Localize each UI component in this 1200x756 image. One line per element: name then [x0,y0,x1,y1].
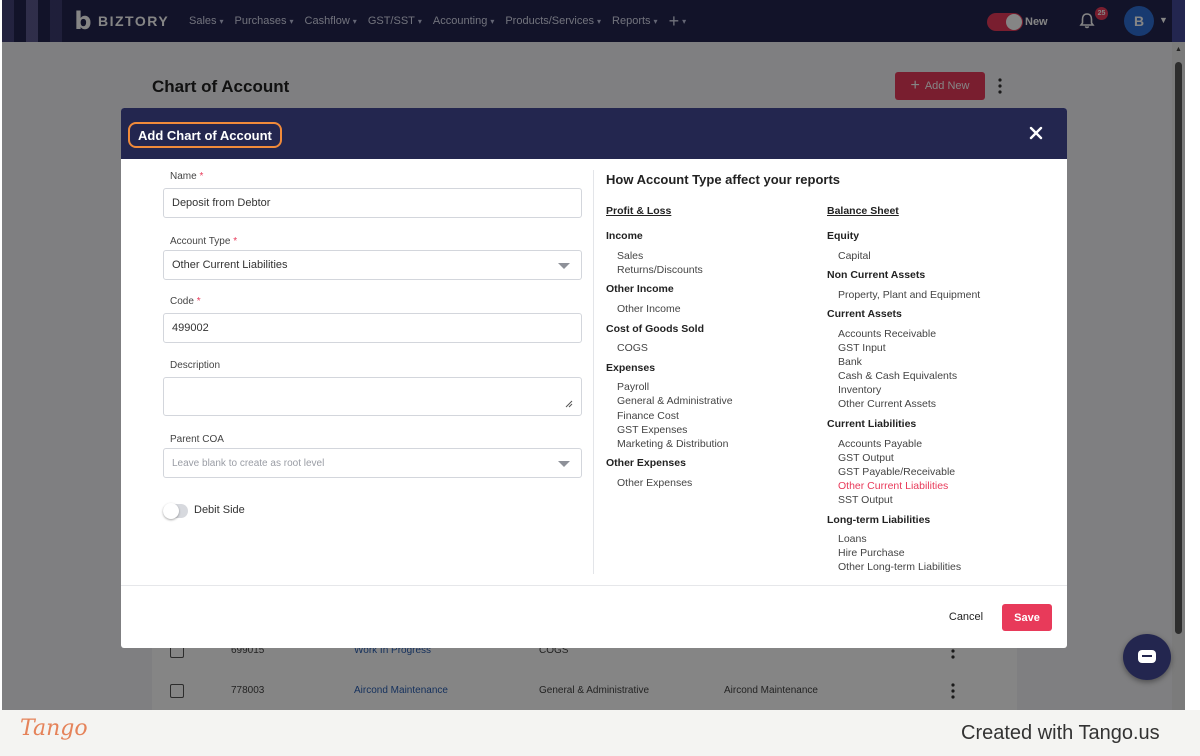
name-label: Name * [170,171,203,182]
group-item: Other Current Assets [838,398,937,410]
group-heading: Long-term Liabilities [827,514,931,526]
parent-coa-placeholder: Leave blank to create as root level [172,457,325,469]
close-icon[interactable] [1027,124,1045,142]
group-item: Payroll [617,381,650,393]
group-item-highlighted: Other Current Liabilities [838,480,949,492]
group-item: Loans [838,533,867,545]
group-item: Capital [838,250,871,262]
modal-title: Add Chart of Account [138,127,272,143]
scroll-up-arrow-icon[interactable]: ▲ [1175,46,1182,53]
info-title: How Account Type affect your reports [606,172,841,187]
group-item: General & Administrative [617,395,733,407]
debit-side-label: Debit Side [194,504,245,516]
group-heading: Equity [827,230,860,242]
group-item: SST Output [838,494,893,506]
group-item: Accounts Payable [838,438,923,450]
account-type-value: Other Current Liabilities [172,259,288,271]
group-heading: Expenses [606,362,656,374]
description-label: Description [170,360,221,371]
name-field[interactable]: Deposit from Debtor [163,188,582,218]
required-mark: * [199,171,204,182]
scrollbar-thumb[interactable] [1175,62,1182,634]
dropdown-caret-icon [558,461,570,467]
label-text: Account Type [170,236,231,247]
resize-grip-icon[interactable] [565,400,573,408]
required-mark: * [196,296,201,307]
group-item: COGS [617,342,648,354]
code-label: Code * [170,296,201,307]
code-field[interactable]: 499002 [163,313,582,343]
group-heading: Current Assets [827,308,902,320]
cancel-button[interactable]: Cancel [941,609,991,626]
group-item: Marketing & Distribution [617,438,729,450]
group-item: Finance Cost [617,410,679,422]
profit-loss-heading: Profit & Loss [606,205,672,217]
group-item: Property, Plant and Equipment [838,289,981,301]
group-item: Cash & Cash Equivalents [838,370,958,382]
modal-footer-divider [121,585,1067,586]
group-item: Returns/Discounts [617,264,703,276]
group-item: Other Income [617,303,681,315]
account-type-select[interactable]: Other Current Liabilities [163,250,582,280]
required-mark: * [233,236,238,247]
dropdown-caret-icon [558,263,570,269]
group-item: GST Expenses [617,424,688,436]
group-item: GST Input [838,342,886,354]
group-heading: Non Current Assets [827,269,926,281]
chat-icon [1138,650,1156,663]
account-type-label: Account Type * [170,236,237,247]
group-item: Hire Purchase [838,547,905,559]
group-item: GST Payable/Receivable [838,466,956,478]
add-account-modal: Add Chart of Account Name * Deposit from… [121,108,1067,648]
modal-title-highlight: Add Chart of Account [128,122,282,148]
name-value: Deposit from Debtor [172,197,271,209]
group-heading: Income [606,230,643,242]
column-divider [593,170,594,574]
group-item: Accounts Receivable [838,328,937,340]
group-item: Other Long-term Liabilities [838,561,962,573]
save-button[interactable]: Save [1002,604,1052,631]
group-heading: Other Income [606,283,674,295]
group-item: Other Expenses [617,477,693,489]
tango-created-with: Created with Tango.us [961,722,1160,744]
description-field[interactable] [163,377,582,416]
app-window: b BIZTORY Sales ▾ Purchases ▾ Cashflow ▾ GS… [2,0,1185,710]
tango-logo: Tango [20,716,88,741]
code-value: 499002 [172,322,209,334]
group-item: GST Output [838,452,894,464]
group-item: Bank [838,356,862,368]
group-heading: Current Liabilities [827,418,917,430]
debit-side-toggle[interactable] [163,503,188,519]
label-text: Code [170,296,194,307]
toggle-knob [163,503,179,519]
parent-coa-label: Parent COA [170,434,224,445]
balance-sheet-heading: Balance Sheet [827,205,899,217]
modal-header: Add Chart of Account [121,108,1067,159]
group-item: Inventory [838,384,882,396]
group-item: Sales [617,250,644,262]
chat-widget-button[interactable] [1123,634,1171,680]
group-heading: Cost of Goods Sold [606,323,704,335]
label-text: Name [170,171,197,182]
parent-coa-select[interactable]: Leave blank to create as root level [163,448,582,478]
group-heading: Other Expenses [606,457,686,469]
